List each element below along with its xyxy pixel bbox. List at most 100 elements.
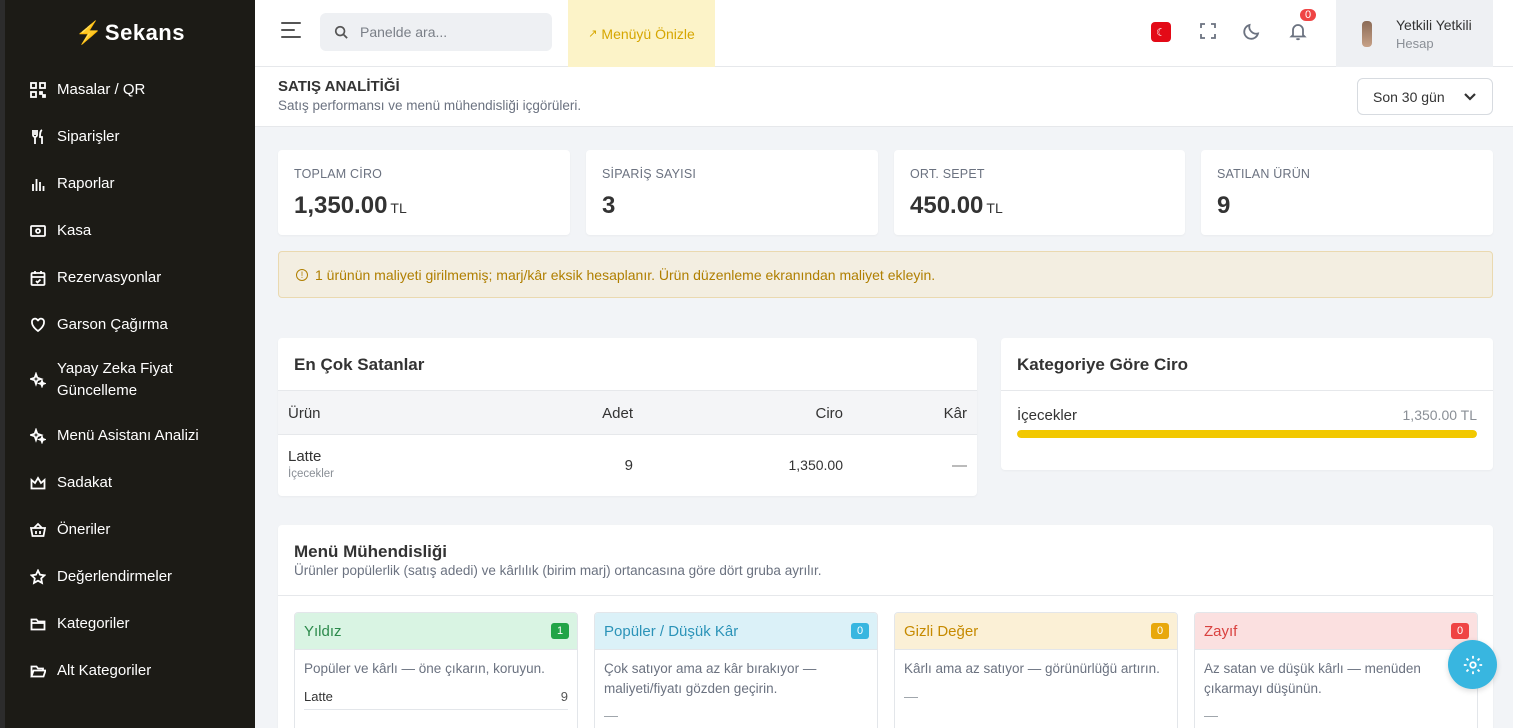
topbar: ↗ Menüyü Önizle ☾ 0 Yetkili Yetkili Hesa… bbox=[255, 0, 1513, 67]
list-item[interactable]: Latte 9 bbox=[304, 689, 568, 710]
stat-value: 3 bbox=[602, 192, 616, 219]
category-row: İçecekler 1,350.00 TL bbox=[1017, 407, 1477, 424]
basket-icon bbox=[29, 521, 47, 539]
stat-label: SATILAN ÜRÜN bbox=[1217, 167, 1311, 181]
top-sellers-card: En Çok Satanlar Ürün Adet Ciro Kâr Latte… bbox=[278, 338, 977, 496]
sidebar-item-7[interactable]: Menü Asistanı Analizi bbox=[5, 412, 255, 459]
user-menu[interactable]: Yetkili Yetkili Hesap bbox=[1336, 0, 1493, 67]
section-title: En Çok Satanlar bbox=[294, 355, 425, 374]
sidebar-item-5[interactable]: Garson Çağırma bbox=[5, 301, 255, 348]
sidebar-item-label: Alt Kategoriler bbox=[57, 661, 152, 679]
column-header-product: Ürün bbox=[288, 405, 321, 422]
category-name: İçecekler bbox=[1017, 407, 1078, 424]
category-value: 1,350.00 TL bbox=[1402, 407, 1477, 423]
search-input[interactable] bbox=[360, 24, 530, 40]
quadrant-count-badge: 0 bbox=[1451, 623, 1469, 639]
quadrant-1: Popüler / Düşük Kâr 0 Çok satıyor ama az k… bbox=[594, 612, 878, 728]
quadrant-empty: — bbox=[904, 687, 918, 704]
table-header: Ürün Adet Ciro Kâr bbox=[278, 390, 977, 435]
sidebar-item-label: Siparişler bbox=[57, 127, 120, 145]
folder-icon bbox=[29, 615, 47, 633]
menu-toggle-icon[interactable] bbox=[281, 22, 303, 42]
sidebar-item-11[interactable]: Kategoriler bbox=[5, 600, 255, 647]
bell-icon[interactable] bbox=[1288, 21, 1310, 43]
sparkles-icon bbox=[29, 427, 47, 445]
preview-menu-label: Menüyü Önizle bbox=[601, 25, 695, 42]
sidebar-item-3[interactable]: Kasa bbox=[5, 207, 255, 254]
quadrant-header: Yıldız 1 bbox=[295, 613, 577, 650]
quadrant-3: Zayıf 0 Az satan ve düşük kârlı — menüden … bbox=[1194, 612, 1478, 728]
page-subtitle: Satış performansı ve menü mühendisliği i… bbox=[278, 98, 582, 113]
preview-menu-button[interactable]: ↗ Menüyü Önizle bbox=[568, 0, 715, 67]
quadrant-description: Çok satıyor ama az kâr bırakıyor — maliy… bbox=[604, 661, 817, 696]
sidebar-item-label: Menü Asistanı Analizi bbox=[57, 426, 199, 444]
notification-badge: 0 bbox=[1298, 7, 1318, 23]
calendar-icon bbox=[29, 269, 47, 287]
product-revenue: 1,350.00 bbox=[788, 457, 844, 473]
quadrant-header: Zayıf 0 bbox=[1195, 613, 1477, 650]
heart-hand-icon bbox=[29, 316, 47, 334]
page-title: SATIŞ ANALİTİĞİ bbox=[278, 78, 400, 95]
product-category: İçecekler bbox=[288, 468, 335, 480]
sidebar-item-4[interactable]: Rezervasyonlar bbox=[5, 254, 255, 301]
warning-text: 1 ürünün maliyeti girilmemiş; marj/kâr e… bbox=[315, 266, 936, 283]
sidebar-item-1[interactable]: Siparişler bbox=[5, 113, 255, 160]
search-box[interactable] bbox=[320, 13, 552, 51]
utensils-icon bbox=[29, 128, 47, 146]
table-row[interactable]: Latte İçecekler 9 1,350.00 — bbox=[278, 435, 977, 495]
cash-icon bbox=[29, 222, 47, 240]
sidebar-item-label: Garson Çağırma bbox=[57, 315, 168, 333]
external-link-icon: ↗ bbox=[588, 28, 598, 40]
sidebar-item-6[interactable]: Yapay Zeka Fiyat Güncelleme bbox=[5, 348, 255, 412]
product-profit: — bbox=[952, 457, 967, 474]
sidebar-item-label: Masalar / QR bbox=[57, 80, 146, 98]
crown-icon bbox=[29, 474, 47, 492]
sidebar-item-8[interactable]: Sadakat bbox=[5, 459, 255, 506]
stat-label: SİPARİŞ SAYISI bbox=[602, 167, 697, 181]
section-subtitle: Ürünler popülerlik (satış adedi) ve kârl… bbox=[294, 563, 822, 578]
menu-engineering-card: Menü Mühendisliği Ürünler popülerlik (sa… bbox=[278, 525, 1493, 728]
user-name: Yetkili Yetkili bbox=[1396, 16, 1472, 33]
stat-value: 450.00 TL bbox=[910, 192, 1003, 219]
brand-name: Sekans bbox=[104, 20, 185, 45]
turkish-flag-icon[interactable]: ☾ bbox=[1151, 22, 1171, 42]
column-header-revenue: Ciro bbox=[815, 405, 843, 422]
sidebar-item-9[interactable]: Öneriler bbox=[5, 506, 255, 553]
product-name: Latte bbox=[288, 448, 322, 465]
sidebar-item-12[interactable]: Alt Kategoriler bbox=[5, 647, 255, 694]
settings-fab-button[interactable] bbox=[1448, 640, 1497, 689]
sidebar-item-10[interactable]: Değerlendirmeler bbox=[5, 553, 255, 600]
avatar bbox=[1362, 20, 1372, 47]
sidebar-item-label: Öneriler bbox=[57, 520, 111, 538]
sparkles-icon bbox=[29, 371, 47, 389]
sidebar-item-2[interactable]: Raporlar bbox=[5, 160, 255, 207]
category-revenue-card: Kategoriye Göre Ciro İçecekler 1,350.00 … bbox=[1001, 338, 1493, 470]
section-title: Kategoriye Göre Ciro bbox=[1017, 355, 1188, 374]
period-select[interactable]: Son 30 gün bbox=[1357, 78, 1493, 115]
bar-chart-icon bbox=[29, 175, 47, 193]
stat-card-items-sold: SATILAN ÜRÜN 9 bbox=[1201, 150, 1493, 235]
sidebar: ⚡ Sekans Masalar / QR Siparişler Raporlar K… bbox=[0, 0, 255, 728]
quadrant-header: Popüler / Düşük Kâr 0 bbox=[595, 613, 877, 650]
column-header-profit: Kâr bbox=[943, 405, 967, 422]
quadrant-count-badge: 0 bbox=[1151, 623, 1169, 639]
item-qty: 9 bbox=[560, 688, 568, 704]
stat-label: ORT. SEPET bbox=[910, 167, 985, 181]
quadrant-0: Yıldız 1 Popüler ve kârlı — öne çıkarın, k… bbox=[294, 612, 578, 728]
sidebar-item-label: Sadakat bbox=[57, 473, 113, 491]
star-icon bbox=[29, 568, 47, 586]
stat-card-avg-basket: ORT. SEPET 450.00 TL bbox=[894, 150, 1185, 235]
sidebar-item-0[interactable]: Masalar / QR bbox=[5, 66, 255, 113]
section-title: Menü Mühendisliği bbox=[294, 542, 447, 561]
product-qty: 9 bbox=[624, 457, 633, 474]
quadrant-empty: — bbox=[604, 707, 618, 724]
quadrant-description: Popüler ve kârlı — öne çıkarın, koruyun. bbox=[304, 661, 545, 676]
fullscreen-icon[interactable] bbox=[1198, 21, 1220, 43]
chevron-down-icon bbox=[1464, 93, 1476, 101]
quadrant-description: Kârlı ama az satıyor — görünürlüğü artır… bbox=[904, 661, 1160, 676]
qr-icon bbox=[29, 81, 47, 99]
sidebar-item-label: Rezervasyonlar bbox=[57, 268, 162, 286]
brand-logo[interactable]: ⚡ Sekans bbox=[5, 0, 255, 66]
moon-icon[interactable] bbox=[1242, 21, 1264, 43]
quadrant-2: Gizli Değer 0 Kârlı ama az satıyor — görün… bbox=[894, 612, 1178, 728]
